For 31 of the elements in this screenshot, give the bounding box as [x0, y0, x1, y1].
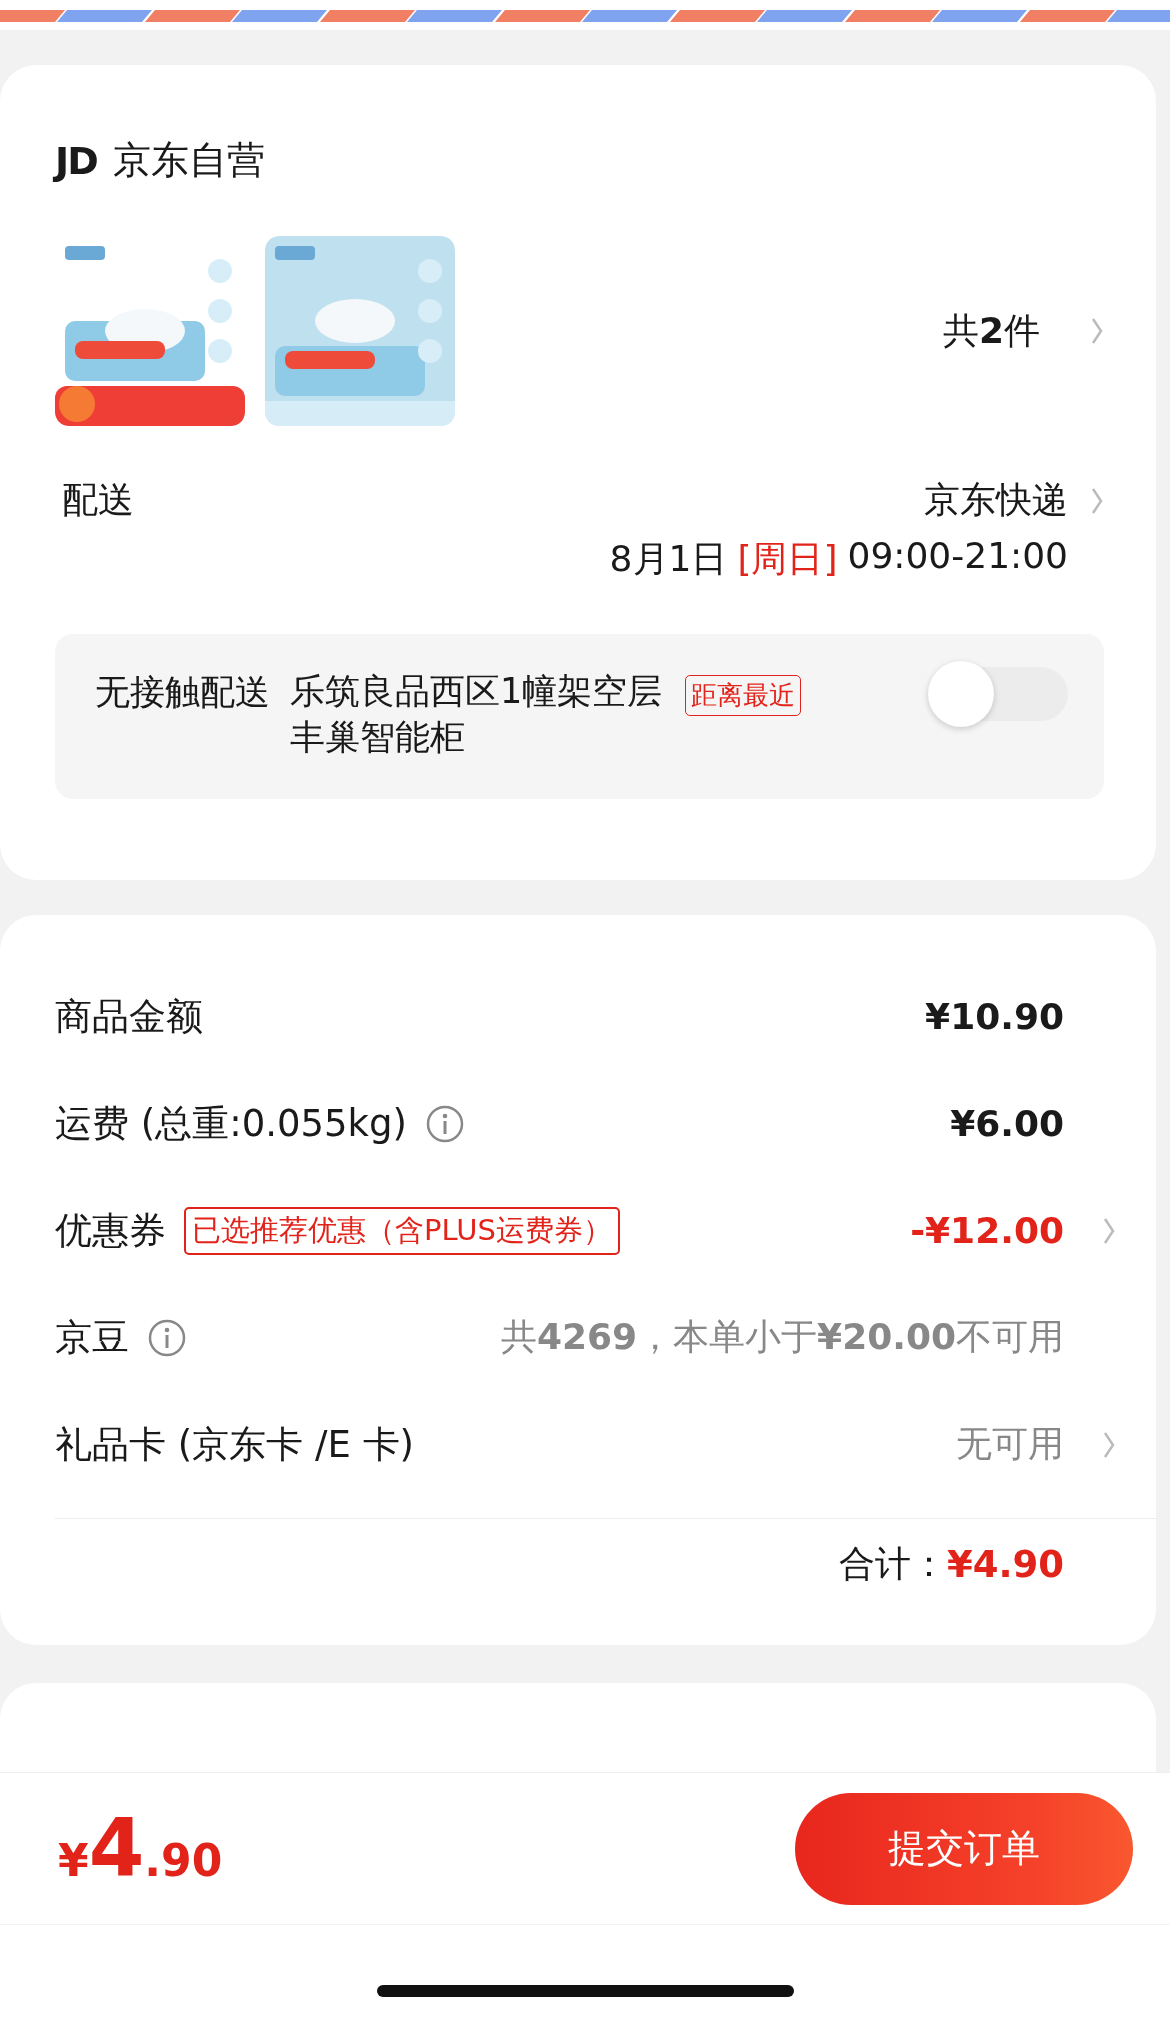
- distance-tag: 距离最近: [685, 675, 801, 716]
- fee-label: 优惠券: [55, 1207, 166, 1254]
- fee-value: ¥6.00: [950, 1103, 1064, 1144]
- pickup-address: 乐筑良品西区1幢架空层丰巢智能柜: [290, 670, 664, 759]
- price-decimal: .90: [144, 1835, 223, 1886]
- fee-value: ¥10.90: [925, 996, 1064, 1037]
- info-icon[interactable]: [147, 1317, 187, 1358]
- delivery-time: 09:00-21:00: [847, 535, 1068, 578]
- shop-name: 京东自营: [112, 137, 265, 184]
- submit-order-button[interactable]: 提交订单: [795, 1792, 1133, 1905]
- fee-value: -¥12.00: [910, 1210, 1064, 1251]
- coupon-tag: 已选推荐优惠（含PLUS运费券）: [184, 1206, 620, 1255]
- fee-label: 京豆: [55, 1314, 129, 1361]
- delivery-weekday: [周日]: [737, 537, 838, 581]
- pickup-label: 无接触配送: [95, 671, 270, 714]
- fee-value: 无可用: [956, 1422, 1064, 1466]
- info-icon[interactable]: [424, 1103, 465, 1144]
- price-integer: 4: [88, 1802, 145, 1895]
- price-currency: ¥: [58, 1835, 89, 1886]
- fee-label: 礼品卡 (京东卡 /E 卡): [55, 1421, 414, 1468]
- total-label: 合计：: [838, 1541, 947, 1586]
- chevron-icon: [1090, 316, 1104, 346]
- item-count[interactable]: 共2件: [942, 306, 1040, 356]
- delivery-label: 配送: [61, 478, 134, 522]
- shop-logo: JD: [55, 138, 97, 183]
- fee-label: 运费 (总重:0.055kg): [55, 1100, 407, 1147]
- carrier-name[interactable]: 京东快递: [924, 476, 1068, 525]
- fee-value: 共4269，本单小于¥20.00不可用: [500, 1315, 1064, 1359]
- delivery-date: 8月1日: [609, 537, 728, 581]
- total-value: ¥4.90: [946, 1542, 1064, 1586]
- fee-label: 商品金额: [55, 993, 203, 1040]
